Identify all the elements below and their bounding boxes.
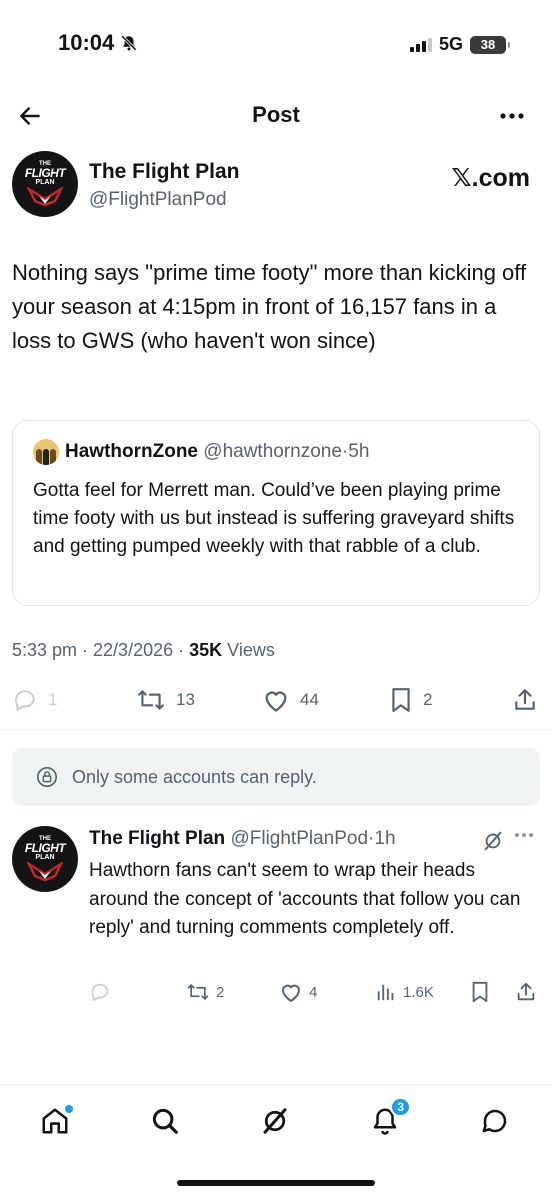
source-label: 𝕏.com <box>451 164 531 192</box>
reply-repost-count: 2 <box>216 983 225 1001</box>
signal-icon <box>409 37 432 52</box>
post-action-bar: 1 13 44 2 <box>12 684 540 716</box>
quoted-author-name: HawthornZone <box>65 441 198 462</box>
reply-time: 1h <box>374 828 396 849</box>
post-timestamp: 5:33 pm · 22/3/2026 · 35K Views <box>12 640 275 661</box>
author-avatar[interactable]: THE FLIGHT PLAN <box>12 151 78 217</box>
search-icon <box>152 1108 178 1134</box>
author-handle[interactable]: @FlightPlanPod <box>89 189 227 211</box>
reply-author-avatar[interactable]: THE FLIGHT PLAN <box>12 826 78 892</box>
avatar-logo-text-main: FLIGHT <box>24 841 66 855</box>
reply-like-button[interactable]: 4 <box>279 979 317 1005</box>
tab-search[interactable] <box>147 1103 183 1139</box>
timestamp-date: 5:33 pm · 22/3/2026 · <box>12 640 190 660</box>
tab-messages[interactable] <box>477 1103 513 1139</box>
reply-button[interactable]: 1 <box>12 684 57 716</box>
more-options-button[interactable] <box>494 98 530 134</box>
analytics-bars-icon <box>377 984 394 1001</box>
status-indicators: 5G 38 <box>409 34 510 55</box>
quoted-post-header: HawthornZone @hawthornzone·5h <box>65 441 369 463</box>
silent-bell-icon <box>121 35 138 51</box>
home-unread-dot <box>65 1105 73 1113</box>
reply-view-count: 1.6K <box>403 983 434 1001</box>
repost-count: 13 <box>176 690 195 709</box>
reply-author-name[interactable]: The Flight Plan <box>89 828 225 849</box>
reply-more-button[interactable] <box>514 832 534 838</box>
reply-repost-button[interactable]: 2 <box>186 979 224 1005</box>
repost-icon <box>187 984 209 1000</box>
quoted-post-time: 5h <box>348 441 370 462</box>
more-dots-icon <box>500 113 524 119</box>
share-button[interactable] <box>512 684 538 716</box>
reply-text: Hawthorn fans can't seem to wrap their h… <box>89 860 521 938</box>
repost-icon <box>138 690 164 710</box>
heart-icon <box>282 984 300 1002</box>
avatar-logo-text-main: FLIGHT <box>24 166 66 180</box>
quoted-post-card[interactable]: HawthornZone @hawthornzone·5h Gotta feel… <box>12 420 540 606</box>
reply-reply-button[interactable] <box>89 979 111 1005</box>
tab-notifications[interactable]: 3 <box>367 1097 411 1139</box>
more-dots-icon <box>515 833 533 837</box>
reply-views-button[interactable]: 1.6K <box>375 979 434 1005</box>
reply-share-button[interactable] <box>515 979 537 1005</box>
notifications-badge: 3 <box>390 1097 411 1117</box>
reply-restriction-banner: Only some accounts can reply. <box>12 748 540 806</box>
chat-bubble-icon <box>482 1109 507 1133</box>
divider <box>0 730 552 731</box>
quoted-author-avatar <box>33 439 59 465</box>
page-title: Post <box>252 102 300 127</box>
grok-button[interactable] <box>482 830 504 852</box>
reply-like-count: 4 <box>309 983 318 1001</box>
bookmark-icon <box>392 688 410 712</box>
reply-author-handle[interactable]: @FlightPlanPod <box>230 828 368 849</box>
reply-bookmark-button[interactable] <box>470 979 490 1005</box>
share-icon <box>517 982 535 1001</box>
reply-bubble-icon <box>91 983 109 1002</box>
home-indicator <box>177 1180 375 1186</box>
plane-logo-icon <box>26 862 64 882</box>
quoted-post-text: Gotta feel for Merrett man. Could’ve bee… <box>33 480 515 557</box>
bookmark-icon <box>472 981 488 1003</box>
like-button[interactable]: 44 <box>262 684 319 716</box>
plane-logo-icon <box>26 187 64 207</box>
views-label: Views <box>222 640 275 660</box>
bookmark-count: 2 <box>423 690 433 709</box>
grok-icon <box>263 1108 287 1134</box>
lock-icon <box>37 767 57 787</box>
author-name[interactable]: The Flight Plan <box>89 160 240 184</box>
network-type: 5G <box>438 34 463 54</box>
bookmark-button[interactable]: 2 <box>389 684 432 716</box>
tab-home[interactable] <box>37 1103 73 1139</box>
post-text: Nothing says "prime time footy" more tha… <box>12 260 527 353</box>
heart-icon <box>265 691 287 712</box>
tab-grok[interactable] <box>257 1103 293 1139</box>
share-icon <box>515 689 535 710</box>
quoted-author-handle: @hawthornzone <box>203 441 342 462</box>
repost-button[interactable]: 13 <box>136 684 195 716</box>
views-count: 35K <box>189 640 223 660</box>
reply-bubble-icon <box>15 690 35 711</box>
avatar-logo-text-sub: PLAN <box>35 179 55 186</box>
avatar-logo-text-sub: PLAN <box>35 854 55 861</box>
reply-header: The Flight Plan @FlightPlanPod·1h <box>89 828 396 850</box>
grok-icon <box>484 831 502 851</box>
status-time-text: 10:04 <box>58 30 115 55</box>
like-count: 44 <box>300 690 319 709</box>
battery-icon: 38 <box>470 35 510 54</box>
battery-level: 38 <box>480 37 496 52</box>
status-time: 10:04 <box>58 30 138 56</box>
reply-restriction-text: Only some accounts can reply. <box>72 766 317 787</box>
reply-count: 1 <box>48 690 58 709</box>
